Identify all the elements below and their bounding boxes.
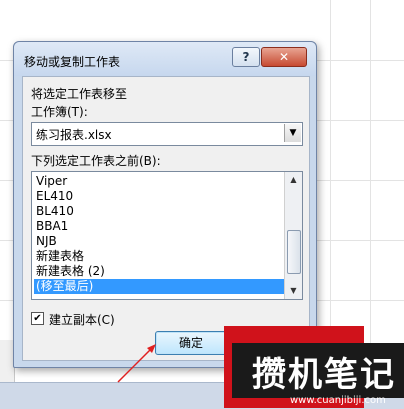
watermark-logo: 攒机笔记 xyxy=(252,355,396,395)
watermark-url: www.cuanjibiji.com xyxy=(290,395,386,406)
arrow-line xyxy=(117,348,152,383)
